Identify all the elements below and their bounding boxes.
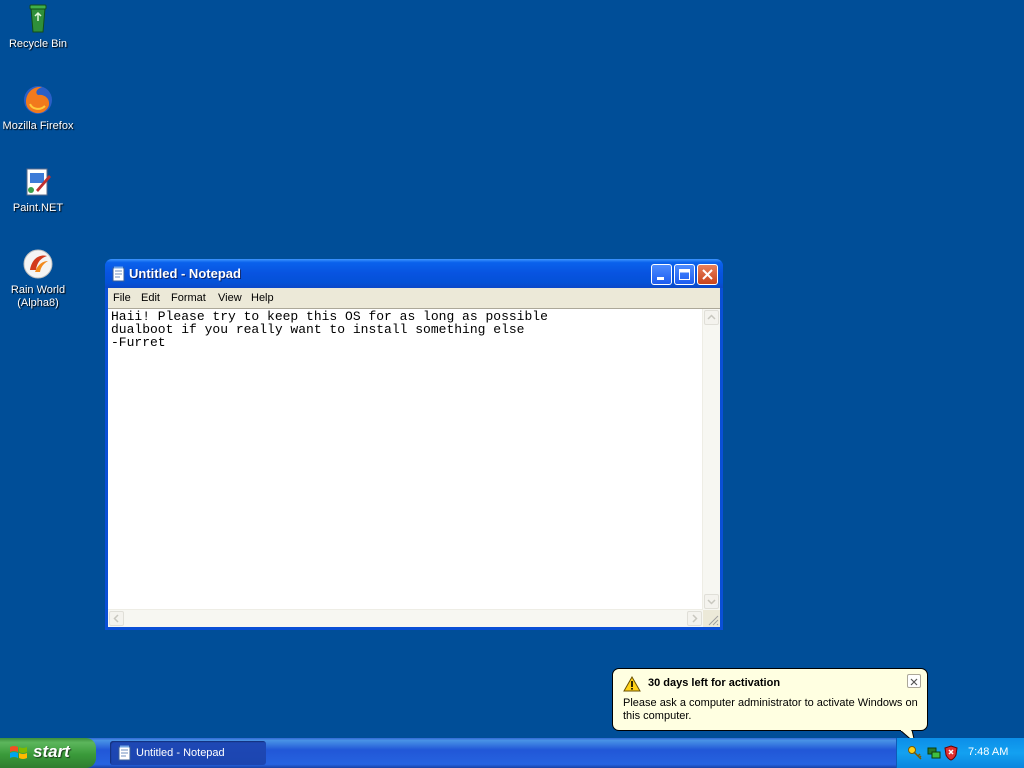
notepad-window[interactable]: Untitled - Notepad File Edit Format View… xyxy=(105,259,723,630)
chevron-left-icon xyxy=(113,614,119,623)
network-icon[interactable] xyxy=(926,745,942,761)
chevron-right-icon xyxy=(692,614,698,623)
desktop-icon-rain-world[interactable]: Rain World (Alpha8) xyxy=(0,248,76,310)
vertical-scrollbar[interactable] xyxy=(702,309,720,610)
menu-view[interactable]: View xyxy=(218,292,242,304)
start-label: start xyxy=(33,742,70,761)
taskbar-item-notepad[interactable]: Untitled - Notepad xyxy=(110,741,266,765)
start-button[interactable]: start xyxy=(0,738,96,768)
close-button[interactable] xyxy=(697,264,718,285)
minimize-icon xyxy=(657,277,664,280)
notepad-client: File Edit Format View Help Haii! Please … xyxy=(108,288,720,627)
scroll-left-button[interactable] xyxy=(109,611,124,626)
desktop-icon-label: Rain World (Alpha8) xyxy=(10,284,66,309)
notepad-icon xyxy=(117,745,133,761)
text-editor[interactable]: Haii! Please try to keep this OS for as … xyxy=(108,308,720,627)
minimize-button[interactable] xyxy=(651,264,672,285)
rain-world-icon xyxy=(22,248,54,280)
horizontal-scrollbar[interactable] xyxy=(108,609,703,627)
taskbar-item-label: Untitled - Notepad xyxy=(136,747,225,759)
menu-help[interactable]: Help xyxy=(251,292,274,304)
menu-file[interactable]: File xyxy=(113,292,131,304)
maximize-button[interactable] xyxy=(674,264,695,285)
paint-net-icon xyxy=(22,166,54,198)
close-icon xyxy=(702,269,713,280)
menu-bar: File Edit Format View Help xyxy=(108,288,720,308)
menu-edit[interactable]: Edit xyxy=(141,292,160,304)
maximize-icon xyxy=(679,269,690,280)
desktop-icon-paint-net[interactable]: Paint.NET xyxy=(0,166,76,215)
scroll-up-button[interactable] xyxy=(704,310,719,325)
firefox-icon xyxy=(22,84,54,116)
balloon-close-button[interactable] xyxy=(907,674,921,688)
resize-grip[interactable] xyxy=(703,610,720,627)
desktop-icon-label: Mozilla Firefox xyxy=(2,120,74,132)
title-bar[interactable]: Untitled - Notepad xyxy=(105,259,723,288)
scroll-down-button[interactable] xyxy=(704,594,719,609)
desktop-icon-label: Recycle Bin xyxy=(8,38,68,50)
desktop: Recycle Bin Mozilla Firefox Paint.NET Ra… xyxy=(0,0,1024,744)
chevron-up-icon xyxy=(707,314,716,320)
close-icon xyxy=(910,678,918,686)
activation-key-icon[interactable] xyxy=(907,745,923,761)
taskbar: start Untitled - Notepad 7:48 AM xyxy=(0,738,1024,768)
scroll-right-button[interactable] xyxy=(687,611,702,626)
balloon-title: 30 days left for activation xyxy=(648,677,781,689)
security-shield-icon[interactable] xyxy=(943,745,959,761)
activation-balloon[interactable]: 30 days left for activation Please ask a… xyxy=(612,668,928,731)
warning-icon xyxy=(623,675,641,692)
desktop-icon-label: Paint.NET xyxy=(12,202,64,214)
recycle-bin-icon xyxy=(22,2,54,34)
desktop-icon-firefox[interactable]: Mozilla Firefox xyxy=(0,84,76,133)
chevron-down-icon xyxy=(707,599,716,605)
balloon-body: Please ask a computer administrator to a… xyxy=(623,697,918,722)
menu-format[interactable]: Format xyxy=(171,292,206,304)
clock[interactable]: 7:48 AM xyxy=(968,746,1008,758)
windows-logo-icon xyxy=(9,744,29,762)
resize-grip-icon xyxy=(708,615,719,626)
desktop-icon-recycle-bin[interactable]: Recycle Bin xyxy=(0,2,76,51)
notepad-icon xyxy=(111,266,127,282)
editor-content[interactable]: Haii! Please try to keep this OS for as … xyxy=(111,310,548,349)
system-tray: 7:48 AM xyxy=(896,738,1024,768)
window-title: Untitled - Notepad xyxy=(129,266,241,281)
